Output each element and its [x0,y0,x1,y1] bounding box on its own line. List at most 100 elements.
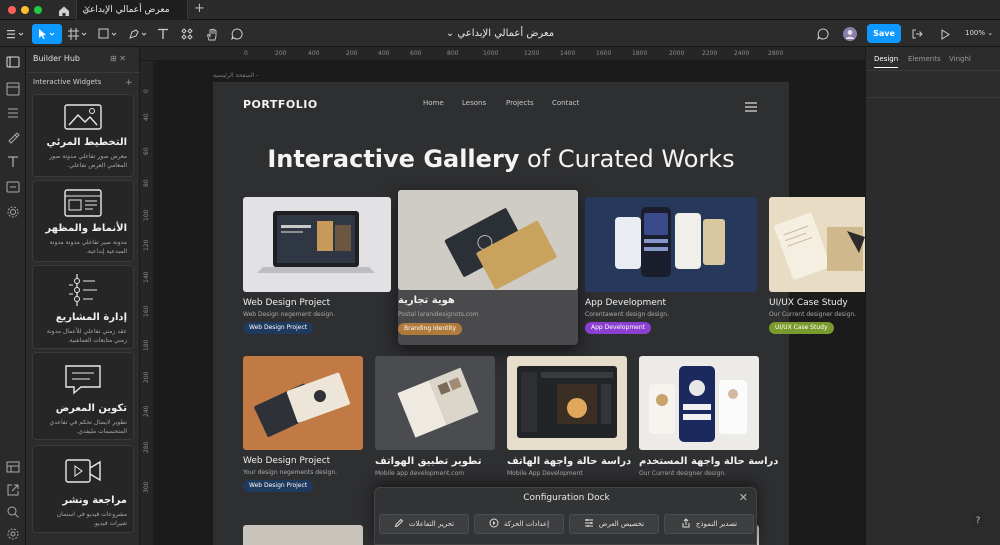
widget-card-projects[interactable]: إدارة المشاريع عقد زمني تفاعلي للأعمال م… [32,265,134,349]
tab-close-icon[interactable]: × [83,0,91,20]
panel-controls[interactable]: ⊞ ✕ [110,54,126,63]
widget-title: مراجعة ونشر [62,495,127,506]
nav-link-contact[interactable]: Contact [552,99,579,107]
share-icon[interactable] [909,24,925,44]
edit-interactions-button[interactable]: تحرير التفاعلات [379,514,469,534]
frame-tool-icon[interactable] [66,24,90,44]
panel-title: Builder Hub [33,54,80,63]
widget-description: عقد زمني تفاعلي للأعمال مدونة زمني متابع… [46,328,127,344]
card-badge[interactable]: Branding Identity [398,323,463,335]
laptop-thumbnail [243,197,391,292]
design-canvas[interactable]: - الصفحة الرئيسية PORTFOLIO Home Lesons … [155,62,865,545]
motion-settings-button[interactable]: إعدادات الحركة [474,514,564,534]
card-badge[interactable]: Web Design Project [243,322,314,334]
comments-icon[interactable] [814,24,832,44]
ruler-tick: 1200 [524,50,540,57]
media-icon[interactable] [6,179,20,193]
comment-tool-icon[interactable] [229,24,245,44]
ruler-tick: 0 [244,50,248,57]
widget-title: تكوين المعرض [55,403,127,414]
text-tool-icon[interactable] [155,24,171,44]
card-subtitle: Our Current designer design. [639,470,727,477]
widget-card-visual-layout[interactable]: التخطيط المرئي معرض صور تفاعلي مدونة صور… [32,94,134,177]
site-logo[interactable]: PORTFOLIO [243,98,318,111]
chat-bubble-icon [63,363,103,395]
card-subtitle: Mobile App Development [507,470,583,477]
nav-link-projects[interactable]: Projects [506,99,534,107]
ruler-tick: 240 [143,405,150,417]
tab-elements[interactable]: Elements [908,55,941,63]
pages-icon[interactable] [6,54,20,68]
nav-link-lessons[interactable]: Lesons [462,99,486,107]
ruler-tick: 100 [143,209,150,221]
widget-card-styles[interactable]: الأنماط والمظهر مدونة صير تفاعلي مدونة م… [32,180,134,262]
save-button[interactable]: Save [867,24,901,43]
move-tool-icon[interactable] [32,24,62,44]
ruler-tick: 200 [275,50,287,57]
hero-heading: Interactive Gallery of Curated Works [213,145,789,173]
ruler-tick: 1000 [483,50,499,57]
widget-card-review-publish[interactable]: مراجعة ونشر مشروعات فيديو في استمان شيرا… [32,445,134,533]
tab-design[interactable]: Design [874,55,898,63]
home-icon[interactable] [57,3,71,17]
minimize-window-button[interactable] [21,6,29,14]
settings-icon[interactable] [6,204,20,218]
main-toolbar: معرض أعمالي الإبداعي ⌄ Save 100% ⌄ [0,20,1000,47]
portfolio-artboard[interactable]: PORTFOLIO Home Lesons Projects Contact I… [213,82,865,545]
main-menu-icon[interactable] [5,24,27,44]
card-badge[interactable]: Web Design Project [243,480,314,492]
library-icon[interactable] [6,459,20,473]
play-icon[interactable] [937,24,953,44]
brush-icon[interactable] [6,129,20,144]
component-tool-icon[interactable] [179,24,195,44]
card-title: Web Design Project [243,456,331,466]
customize-view-button[interactable]: تخصيص العرض [569,514,659,534]
dock-button-label: تحرير التفاعلات [408,520,455,528]
file-name-dropdown[interactable]: معرض أعمالي الإبداعي ⌄ [420,20,580,47]
export-template-button[interactable]: تصدير النموذج [664,514,754,534]
dock-button-label: تخصيص العرض [598,520,645,528]
widget-title: الأنماط والمظهر [45,223,127,234]
hamburger-menu-icon[interactable] [745,97,757,112]
ruler-tick: 280 [143,441,150,453]
new-tab-button[interactable]: + [194,1,205,16]
card-title: Web Design Project [243,298,331,308]
card-badge[interactable]: UI/UX Case Study [769,322,834,334]
type-icon[interactable] [6,154,20,168]
pen-tool-icon[interactable] [126,24,150,44]
mobile-ui-thumbnail [639,356,759,450]
card-subtitle: Postal laranidesignots.com [398,311,479,318]
hand-tool-icon[interactable] [204,24,220,44]
video-icon [63,456,103,486]
divider [26,72,140,73]
pencil-icon [394,518,404,530]
dashboard-thumbnail [507,356,627,450]
tab-vinghl[interactable]: Vinghl [949,55,971,63]
divider [866,70,1000,71]
gear-icon[interactable] [6,526,20,540]
add-widget-button[interactable]: + [125,78,133,88]
external-link-icon[interactable] [6,482,20,496]
document-tab[interactable]: معرض أعمالي الإبداعي × [76,0,188,20]
card-title: App Development [585,298,667,308]
zoom-dropdown[interactable]: 100% ⌄ [965,20,993,47]
shape-tool-icon[interactable] [96,24,120,44]
close-window-button[interactable] [8,6,16,14]
dock-close-icon[interactable]: ✕ [739,491,748,504]
card-subtitle: Mobile app development.com [375,470,465,477]
card-badge[interactable]: App Development [585,322,652,334]
list-icon[interactable] [6,105,20,119]
frame-label[interactable]: - الصفحة الرئيسية [213,72,258,79]
ruler-tick: 2200 [702,50,718,57]
layers-icon[interactable] [6,81,20,96]
ruler-tick: 400 [378,50,390,57]
nav-link-home[interactable]: Home [423,99,444,107]
help-button[interactable]: ? [970,513,986,529]
widget-card-gallery-config[interactable]: تكوين المعرض تطوير لايضال تحكم في تفاعدي… [32,352,134,440]
dock-button-label: إعدادات الحركة [503,520,550,528]
timeline-icon [63,272,103,308]
maximize-window-button[interactable] [34,6,42,14]
hero-heading-bold: Interactive Gallery [267,145,520,173]
search-icon[interactable] [6,504,20,518]
avatar[interactable] [841,24,859,44]
